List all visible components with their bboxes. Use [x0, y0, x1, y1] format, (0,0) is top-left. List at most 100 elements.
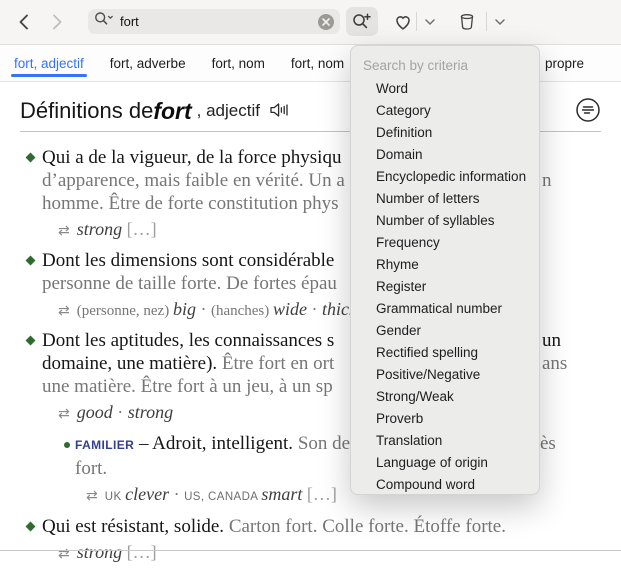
- favorites-button[interactable]: [391, 8, 415, 36]
- search-plus-icon: [352, 12, 372, 31]
- speaker-icon: [269, 101, 291, 122]
- back-button[interactable]: [12, 8, 34, 36]
- search-scope-icon[interactable]: [94, 11, 116, 32]
- search-by-criteria-button[interactable]: [346, 7, 378, 36]
- definition-line: Qui est résistant, solide. Carton fort. …: [42, 515, 601, 538]
- dropdown-item-number-of-letters[interactable]: Number of letters: [351, 188, 539, 210]
- dropdown-item-language-of-origin[interactable]: Language of origin: [351, 452, 539, 474]
- chevron-left-icon: [18, 14, 29, 30]
- section-divider: [0, 550, 621, 551]
- register-label: FAMILIER: [75, 438, 134, 452]
- example-text: homme. Être de forte constitution phys: [42, 193, 339, 214]
- dropdown-item-domain[interactable]: Domain: [351, 144, 539, 166]
- translation-arrow-icon: ⇄: [58, 546, 70, 562]
- example-text: d’apparence, mais faible en vérité. Un a: [42, 170, 345, 191]
- dropdown-item-definition[interactable]: Definition: [351, 122, 539, 144]
- heart-icon: [393, 13, 413, 31]
- example-text: fort.: [75, 458, 107, 479]
- entry-menu-button[interactable]: [575, 97, 601, 126]
- translation-word: wide: [273, 299, 307, 319]
- translation-line: ⇄ strong […]: [42, 541, 601, 566]
- definition-text: Qui est résistant, solide.: [42, 516, 229, 537]
- tab-fort-adverbe[interactable]: fort, adverbe: [110, 45, 186, 81]
- forward-button[interactable]: [46, 8, 68, 36]
- dropdown-item-gender[interactable]: Gender: [351, 320, 539, 342]
- translation-word: strong: [77, 219, 122, 239]
- dropdown-placeholder: Search by criteria: [351, 54, 539, 78]
- separator: ·: [169, 484, 184, 504]
- translation-word: clever: [125, 484, 169, 504]
- translation-context: (personne, nez): [77, 303, 173, 319]
- text-fragment: ans: [542, 352, 567, 375]
- region-label: UK: [105, 491, 125, 503]
- dropdown-item-translation[interactable]: Translation: [351, 430, 539, 452]
- tab-fort-nom-propre[interactable]: propre: [545, 45, 584, 81]
- dropdown-item-register[interactable]: Register: [351, 276, 539, 298]
- chevron-down-icon: [425, 19, 435, 25]
- separator: ·: [196, 299, 211, 319]
- title-part-of-speech: , adjectif: [197, 101, 260, 121]
- translation-arrow-icon: ⇄: [58, 406, 70, 422]
- text-fragment: ès: [540, 432, 556, 455]
- separator: ·: [113, 402, 128, 422]
- diamond-bullet-icon: [20, 515, 42, 572]
- separator: ·: [307, 299, 322, 319]
- diamond-bullet-icon: [20, 329, 42, 515]
- translation-word: strong: [77, 542, 122, 562]
- example-text: personne de taille forte. De fortes épau: [42, 273, 337, 294]
- close-icon: [322, 14, 330, 29]
- translation-word: big: [173, 299, 196, 319]
- definition-text: domaine, une matière).: [42, 353, 222, 374]
- toolbar-divider: [486, 12, 487, 31]
- clear-search-button[interactable]: [318, 14, 334, 30]
- dropdown-item-category[interactable]: Category: [351, 100, 539, 122]
- definition-text: Qui a de la vigueur, de la force physiqu: [42, 147, 341, 168]
- dropdown-item-number-of-syllables[interactable]: Number of syllables: [351, 210, 539, 232]
- dropdown-item-compound-word[interactable]: Compound word: [351, 474, 539, 496]
- pronounce-button[interactable]: [269, 101, 291, 122]
- search-field[interactable]: [88, 9, 340, 34]
- tab-fort-nom[interactable]: fort, nom: [212, 45, 265, 81]
- more-indicator: […]: [122, 542, 157, 562]
- dropdown-item-proverb[interactable]: Proverb: [351, 408, 539, 430]
- definition-text: Dont les dimensions sont considérable: [42, 250, 334, 271]
- toolbar-divider: [416, 12, 417, 31]
- definition-item: Qui est résistant, solide. Carton fort. …: [20, 515, 601, 572]
- title-headword: fort: [153, 98, 191, 125]
- dropdown-item-grammatical-number[interactable]: Grammatical number: [351, 298, 539, 320]
- chevron-right-icon: [52, 14, 63, 30]
- diamond-bullet-icon: [20, 146, 42, 249]
- diamond-bullet-icon: [20, 249, 42, 329]
- dropdown-item-strong-weak[interactable]: Strong/Weak: [351, 386, 539, 408]
- dropdown-item-frequency[interactable]: Frequency: [351, 232, 539, 254]
- delete-button[interactable]: [454, 8, 480, 36]
- list-circle-icon: [575, 97, 601, 126]
- example-text: Être fort en ort: [222, 353, 334, 374]
- tab-fort-nom-2[interactable]: fort, nom: [291, 45, 344, 81]
- favorites-menu-button[interactable]: [421, 8, 439, 36]
- search-input[interactable]: [116, 14, 318, 29]
- chevron-down-icon: [495, 19, 505, 25]
- region-label: US, CANADA: [184, 491, 261, 503]
- text-fragment: un: [542, 329, 561, 352]
- search-criteria-dropdown: Search by criteria Word Category Definit…: [350, 45, 540, 495]
- translation-word: strong: [128, 402, 173, 422]
- dash: –: [134, 433, 152, 454]
- dropdown-item-rhyme[interactable]: Rhyme: [351, 254, 539, 276]
- dropdown-item-word[interactable]: Word: [351, 78, 539, 100]
- dropdown-item-encyclopedic-information[interactable]: Encyclopedic information: [351, 166, 539, 188]
- dropdown-item-rectified-spelling[interactable]: Rectified spelling: [351, 342, 539, 364]
- more-indicator: […]: [302, 484, 337, 504]
- trash-icon: [457, 12, 477, 32]
- dropdown-item-positive-negative[interactable]: Positive/Negative: [351, 364, 539, 386]
- more-indicator: […]: [122, 219, 157, 239]
- text-fragment: n: [542, 169, 552, 192]
- translation-context: (hanches): [211, 303, 273, 319]
- tab-fort-adjectif[interactable]: fort, adjectif: [14, 45, 84, 81]
- translation-arrow-icon: ⇄: [58, 223, 70, 239]
- translation-arrow-icon: ⇄: [58, 303, 70, 319]
- definition-text: Dont les aptitudes, les connaissances s: [42, 330, 334, 351]
- example-text: une matière. Être fort à un jeu, à un sp: [42, 376, 333, 397]
- toolbar: [0, 0, 621, 45]
- delete-menu-button[interactable]: [491, 8, 509, 36]
